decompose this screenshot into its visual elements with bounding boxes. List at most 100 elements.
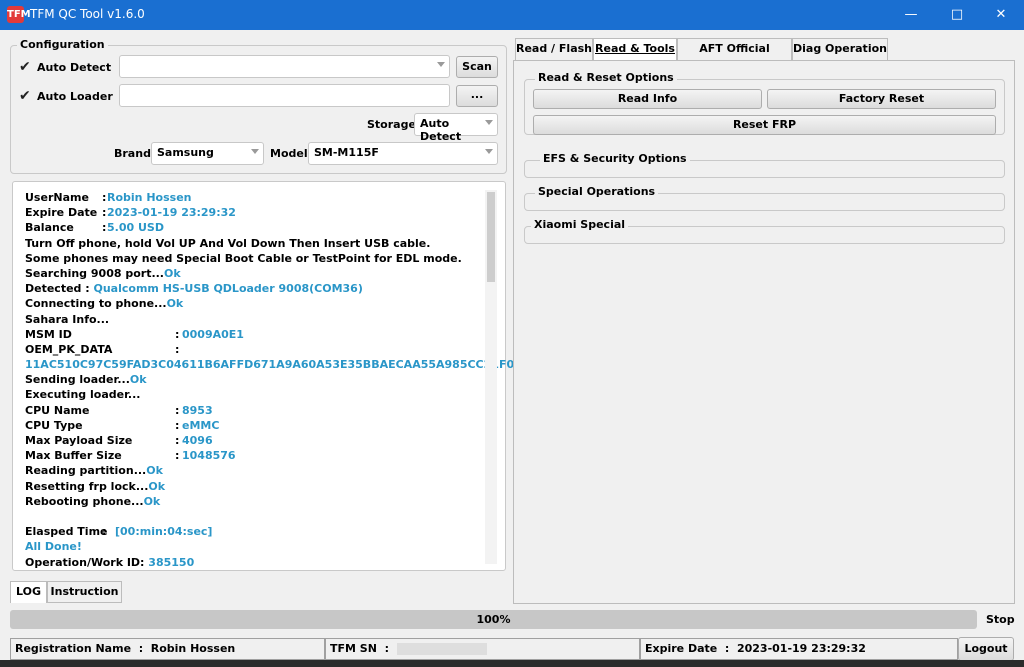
log-key: Operation/Work ID: — [25, 555, 149, 569]
log-value: Ok — [148, 479, 166, 493]
port-select[interactable] — [119, 55, 450, 78]
log-line: Elasped Time: [00:min:04:sec] — [25, 524, 487, 539]
log-value: 5.00 USD — [107, 221, 164, 235]
log-value: Ok — [146, 464, 163, 478]
log-key: Reading partition... — [25, 464, 147, 478]
configuration-title: Configuration — [17, 38, 108, 51]
log-line: Executing loader... — [25, 387, 487, 402]
log-separator: : — [102, 191, 107, 204]
log-line: 11AC510C97C59FAD3C04611B6AFFD671A9A60A53… — [25, 357, 531, 372]
auto-loader-checkbox[interactable]: ✔ — [19, 89, 31, 103]
log-line: Sahara Info... — [25, 312, 487, 327]
factory-reset-button[interactable]: Factory Reset — [767, 89, 996, 109]
log-key: Expire Date — [25, 206, 98, 220]
minimize-icon[interactable]: — — [888, 0, 934, 30]
log-value: 4096 — [182, 434, 213, 447]
tab-diag-operation[interactable]: Diag Operation — [792, 38, 888, 60]
window-title: TFM QC Tool v1.6.0 — [30, 7, 145, 21]
log-line: Max Buffer Size:1048576 — [25, 448, 487, 463]
reset-frp-button[interactable]: Reset FRP — [533, 115, 996, 135]
log-scrollbar[interactable] — [485, 190, 497, 564]
chevron-down-icon — [485, 120, 493, 125]
log-key: Some phones may need Special Boot Cable … — [25, 251, 462, 265]
browse-button[interactable]: ... — [456, 85, 498, 107]
chevron-down-icon — [437, 62, 445, 67]
xiaomi-special-title[interactable]: Xiaomi Special — [531, 218, 629, 231]
registration-value: Robin Hossen — [150, 642, 236, 655]
brand-select[interactable]: Samsung — [151, 142, 264, 165]
log-line: Operation/Work ID: 385150 — [25, 555, 487, 570]
sn-status: TFM SN : — [325, 638, 640, 660]
log-value: 385150 — [148, 555, 195, 569]
maximize-icon[interactable]: □ — [934, 0, 980, 30]
taskbar — [0, 660, 1024, 667]
log-separator: : — [175, 449, 180, 463]
loader-path-input[interactable] — [119, 84, 450, 107]
log-line: Expire Date:2023-01-19 23:29:32 — [25, 205, 487, 220]
log-line: CPU Name:8953 — [25, 403, 487, 418]
tab-read-tools[interactable]: Read & Tools — [593, 38, 677, 60]
scan-button[interactable]: Scan — [456, 56, 498, 78]
tab-read-flash[interactable]: Read / Flash — [515, 38, 593, 60]
log-value: eMMC — [182, 418, 220, 432]
log-key: CPU Type — [25, 418, 83, 432]
log-panel[interactable]: UserName: Robin Hossen Expire Date:2023-01… — [12, 181, 531, 571]
brand-value: Samsung — [157, 146, 214, 159]
title-bar[interactable]: TFM TFM QC Tool v1.6.0 — □ ✕ — [0, 0, 1024, 30]
expire-value: 2023-01-19 23:29:32 — [736, 642, 866, 655]
log-line: Searching 9008 port...Ok — [25, 266, 487, 281]
log-value: Ok — [143, 494, 161, 508]
storage-value: Auto Detect — [420, 117, 462, 143]
log-key: Sending loader... — [25, 373, 130, 387]
tab-instruction[interactable]: Instruction — [47, 581, 122, 603]
log-lines: UserName: Robin Hossen Expire Date:2023-01… — [25, 190, 531, 570]
efs-security-title[interactable]: EFS & Security Options — [540, 152, 690, 165]
log-line: Connecting to phone...Ok — [25, 296, 487, 311]
log-key: Searching 9008 port... — [25, 266, 164, 280]
sn-redacted — [396, 643, 487, 655]
log-line: MSM ID:0009A0E1 — [25, 327, 487, 342]
log-value: 1048576 — [182, 449, 236, 463]
log-key: Max Payload Size — [25, 434, 133, 447]
registration-label: Registration Name — [15, 642, 132, 655]
read-info-button[interactable]: Read Info — [533, 89, 762, 109]
tab-content-read-tools — [513, 60, 1015, 604]
log-line: Sending loader...Ok — [25, 372, 487, 387]
log-key: Elasped Time — [25, 525, 108, 539]
log-line: OEM_PK_DATA: — [25, 342, 487, 357]
log-key: Rebooting phone... — [25, 494, 144, 508]
log-separator: : — [175, 327, 180, 341]
sn-label: TFM SN — [330, 642, 377, 655]
special-operations-title[interactable]: Special Operations — [535, 185, 659, 198]
log-line: UserName: Robin Hossen — [25, 190, 487, 205]
registration-status: Registration Name : Robin Hossen — [10, 638, 325, 660]
log-scrollbar-thumb[interactable] — [487, 192, 495, 282]
log-key: Detected : — [25, 282, 94, 296]
stop-button[interactable]: Stop — [986, 613, 1015, 626]
progress-bar: 100% — [10, 610, 977, 629]
brand-label: Brand — [114, 147, 151, 160]
close-icon[interactable]: ✕ — [978, 0, 1024, 30]
model-label: Model — [270, 147, 308, 160]
log-separator: : — [175, 342, 180, 356]
log-line: Rebooting phone...Ok — [25, 494, 487, 509]
log-value: Ok — [166, 297, 184, 311]
log-value: Ok — [129, 373, 147, 387]
logout-button[interactable]: Logout — [958, 637, 1014, 661]
log-value: 8953 — [182, 403, 213, 417]
log-key: CPU Name — [25, 403, 90, 417]
log-separator: : — [175, 403, 180, 417]
log-key: OEM_PK_DATA — [25, 342, 113, 356]
log-line: CPU Type: eMMC — [25, 418, 487, 433]
tab-aft-official-service[interactable]: AFT Official Service — [677, 38, 792, 75]
model-select[interactable]: SM-M115F — [308, 142, 498, 165]
log-line: Reading partition...Ok — [25, 463, 487, 478]
progress-label: 100% — [476, 613, 511, 626]
log-key: Executing loader... — [25, 388, 141, 402]
auto-detect-label: Auto Detect — [37, 61, 112, 74]
log-line: Max Payload Size:4096 — [25, 433, 487, 448]
storage-select[interactable]: Auto Detect — [414, 113, 498, 143]
tab-log[interactable]: LOG — [10, 581, 47, 603]
auto-detect-checkbox[interactable]: ✔ — [19, 60, 31, 74]
